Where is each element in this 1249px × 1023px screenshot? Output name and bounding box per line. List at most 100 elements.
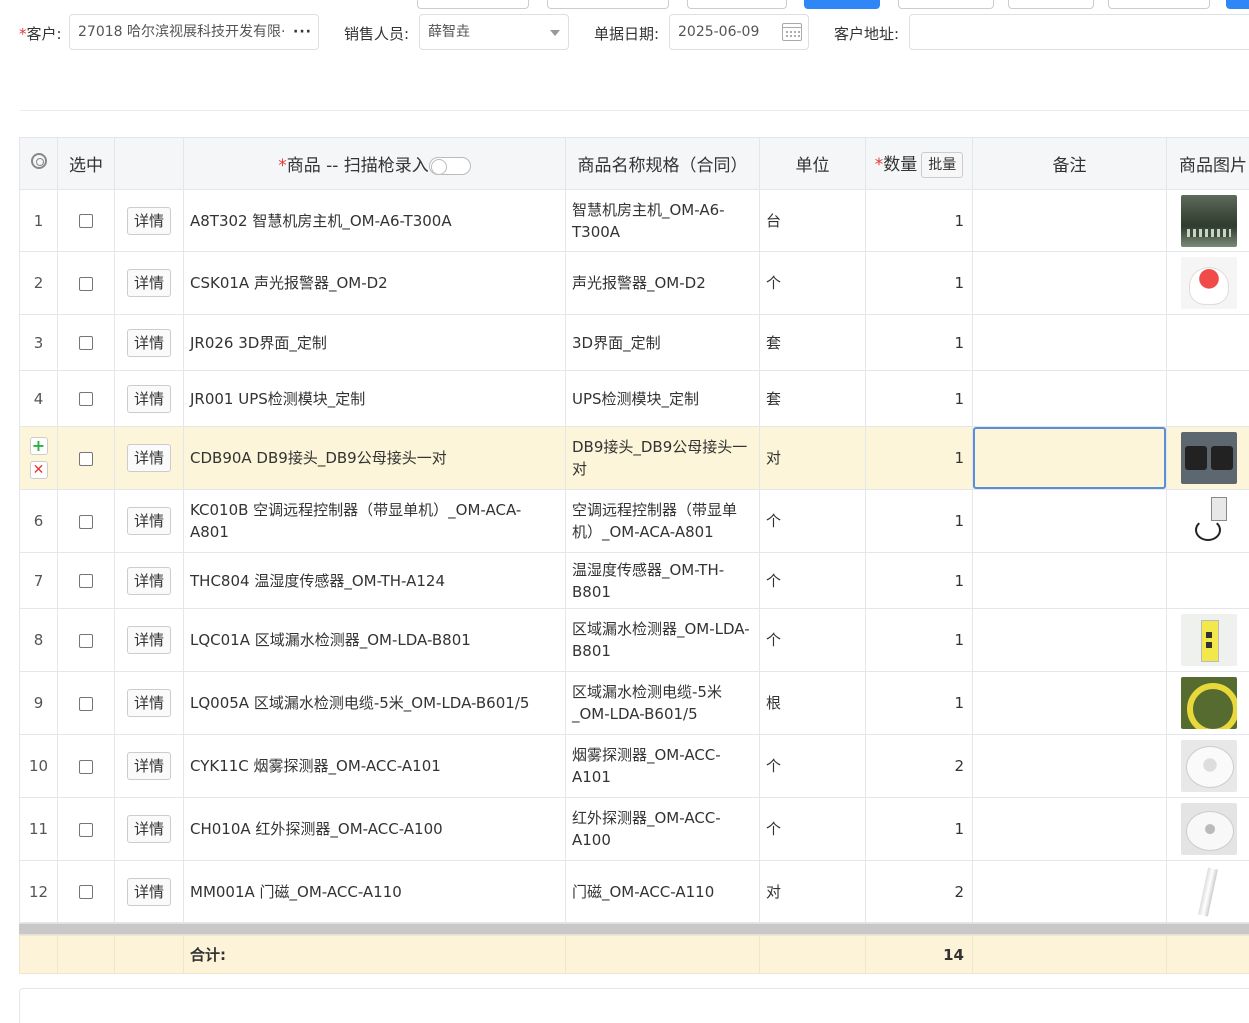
detail-button[interactable]: 详情 bbox=[126, 384, 171, 413]
row-checkbox[interactable] bbox=[79, 392, 93, 406]
toolbar-primary-button-2[interactable] bbox=[1226, 0, 1249, 9]
row-checkbox[interactable] bbox=[79, 336, 93, 350]
detail-button[interactable]: 详情 bbox=[126, 444, 171, 472]
remark-cell[interactable] bbox=[972, 314, 1167, 371]
spec-cell: 3D界面_定制 bbox=[565, 314, 760, 371]
product-cell[interactable]: CDB90A DB9接头_DB9公母接头一对 bbox=[183, 426, 566, 490]
door-sensor-photo[interactable] bbox=[1181, 865, 1237, 918]
product-cell[interactable]: A8T302 智慧机房主机_OM-A6-T300A bbox=[183, 189, 566, 252]
detail-button[interactable]: 详情 bbox=[126, 626, 171, 654]
row-checkbox[interactable] bbox=[79, 214, 93, 228]
row-checkbox[interactable] bbox=[79, 451, 93, 466]
toolbar-button-1[interactable] bbox=[417, 0, 529, 9]
detail-button[interactable]: 详情 bbox=[126, 815, 171, 843]
row-checkbox[interactable] bbox=[79, 514, 93, 529]
total-label: 合计: bbox=[183, 935, 566, 974]
detail-button[interactable]: 详情 bbox=[126, 689, 171, 717]
remark-cell[interactable] bbox=[972, 860, 1167, 923]
detail-button[interactable]: 详情 bbox=[126, 566, 171, 595]
remark-cell[interactable] bbox=[972, 671, 1167, 735]
detail-button[interactable]: 详情 bbox=[126, 752, 171, 780]
date-label: 单据日期: bbox=[594, 25, 660, 43]
product-cell[interactable]: LQC01A 区域漏水检测器_OM-LDA-B801 bbox=[183, 608, 566, 672]
product-cell[interactable]: LQ005A 区域漏水检测电缆-5米_OM-LDA-B601/5 bbox=[183, 671, 566, 735]
row-checkbox[interactable] bbox=[79, 759, 93, 774]
qty-cell[interactable]: 1 bbox=[865, 314, 973, 371]
smoke-detector-photo[interactable] bbox=[1181, 740, 1237, 792]
row-checkbox[interactable] bbox=[79, 696, 93, 711]
toolbar-button-3[interactable] bbox=[687, 0, 787, 9]
remark-cell[interactable] bbox=[972, 797, 1167, 861]
customer-select[interactable]: 27018 哈尔滨视展科技开发有限· ··· bbox=[69, 14, 319, 50]
product-cell[interactable]: THC804 温湿度传感器_OM-TH-A124 bbox=[183, 552, 566, 609]
date-input[interactable]: 2025-06-09 bbox=[669, 14, 809, 50]
batch-button[interactable]: 批量 bbox=[921, 151, 964, 178]
product-cell[interactable]: CH010A 红外探测器_OM-ACC-A100 bbox=[183, 797, 566, 861]
db9-photo[interactable] bbox=[1181, 432, 1237, 484]
column-settings[interactable] bbox=[19, 137, 58, 190]
row-checkbox[interactable] bbox=[79, 633, 93, 648]
add-row-icon[interactable]: + bbox=[29, 437, 48, 455]
toolbar-button-5[interactable] bbox=[1008, 0, 1094, 9]
qty-cell[interactable]: 1 bbox=[865, 189, 973, 252]
leak-cable-photo[interactable] bbox=[1181, 677, 1237, 729]
row-number: 11 bbox=[19, 797, 58, 861]
toolbar-button-2[interactable] bbox=[547, 0, 669, 9]
remark-cell[interactable] bbox=[972, 734, 1167, 798]
more-icon[interactable]: ··· bbox=[293, 15, 312, 49]
date-value: 2025-06-09 bbox=[678, 24, 760, 40]
ir-detector-photo[interactable] bbox=[1181, 803, 1237, 855]
alarm-photo[interactable] bbox=[1181, 257, 1237, 309]
unit-cell: 对 bbox=[759, 426, 866, 490]
remark-cell[interactable] bbox=[972, 370, 1167, 427]
qty-cell[interactable]: 1 bbox=[865, 251, 973, 315]
detail-button[interactable]: 详情 bbox=[126, 877, 171, 906]
product-cell[interactable]: KC010B 空调远程控制器（带显单机）_OM-ACA-A801 bbox=[183, 489, 566, 553]
toolbar-primary-button[interactable] bbox=[804, 0, 880, 9]
gear-icon[interactable] bbox=[30, 153, 47, 169]
qty-cell[interactable]: 1 bbox=[865, 671, 973, 735]
qty-cell[interactable]: 1 bbox=[865, 608, 973, 672]
sales-person-select[interactable]: 薛智垚 bbox=[419, 14, 569, 50]
unit-cell: 个 bbox=[759, 734, 866, 798]
qty-cell[interactable]: 1 bbox=[865, 552, 973, 609]
remark-cell[interactable] bbox=[972, 489, 1167, 553]
row-checkbox[interactable] bbox=[79, 885, 93, 899]
calendar-icon[interactable] bbox=[782, 23, 802, 41]
qty-cell[interactable]: 2 bbox=[865, 860, 973, 923]
horizontal-scrollbar[interactable] bbox=[19, 923, 1249, 935]
qty-cell[interactable]: 1 bbox=[865, 489, 973, 553]
address-label: 客户地址: bbox=[834, 25, 900, 43]
server-rack-photo[interactable] bbox=[1181, 194, 1237, 247]
qty-cell[interactable]: 1 bbox=[865, 797, 973, 861]
product-cell[interactable]: JR026 3D界面_定制 bbox=[183, 314, 566, 371]
remark-cell[interactable] bbox=[972, 608, 1167, 672]
scanner-toggle[interactable] bbox=[428, 157, 471, 175]
row-checkbox[interactable] bbox=[79, 574, 93, 588]
toolbar-button-6[interactable] bbox=[1108, 0, 1210, 9]
qty-cell[interactable]: 1 bbox=[865, 370, 973, 427]
row-checkbox[interactable] bbox=[79, 822, 93, 837]
remark-cell[interactable] bbox=[972, 552, 1167, 609]
toolbar-button-4[interactable] bbox=[898, 0, 994, 9]
remark-cell-active[interactable] bbox=[972, 426, 1167, 490]
qty-cell[interactable]: 2 bbox=[865, 734, 973, 798]
spec-cell: 红外探测器_OM-ACC-A100 bbox=[565, 797, 760, 861]
remark-cell[interactable] bbox=[972, 251, 1167, 315]
table-row: 4 详情 JR001 UPS检测模块_定制 UPS检测模块_定制 套 1 bbox=[19, 370, 1249, 427]
detail-button[interactable]: 详情 bbox=[126, 269, 171, 297]
address-input[interactable] bbox=[909, 14, 1249, 50]
detail-button[interactable]: 详情 bbox=[126, 507, 171, 535]
leak-detector-photo[interactable] bbox=[1181, 614, 1237, 666]
detail-button[interactable]: 详情 bbox=[126, 328, 171, 357]
delete-row-icon[interactable]: ✕ bbox=[29, 461, 48, 479]
product-cell[interactable]: CSK01A 声光报警器_OM-D2 bbox=[183, 251, 566, 315]
product-cell[interactable]: JR001 UPS检测模块_定制 bbox=[183, 370, 566, 427]
remark-cell[interactable] bbox=[972, 189, 1167, 252]
qty-cell[interactable]: 1 bbox=[865, 426, 973, 490]
product-cell[interactable]: CYK11C 烟雾探测器_OM-ACC-A101 bbox=[183, 734, 566, 798]
controller-photo[interactable] bbox=[1181, 495, 1237, 547]
detail-button[interactable]: 详情 bbox=[126, 206, 171, 235]
product-cell[interactable]: MM001A 门磁_OM-ACC-A110 bbox=[183, 860, 566, 923]
row-checkbox[interactable] bbox=[79, 276, 93, 291]
